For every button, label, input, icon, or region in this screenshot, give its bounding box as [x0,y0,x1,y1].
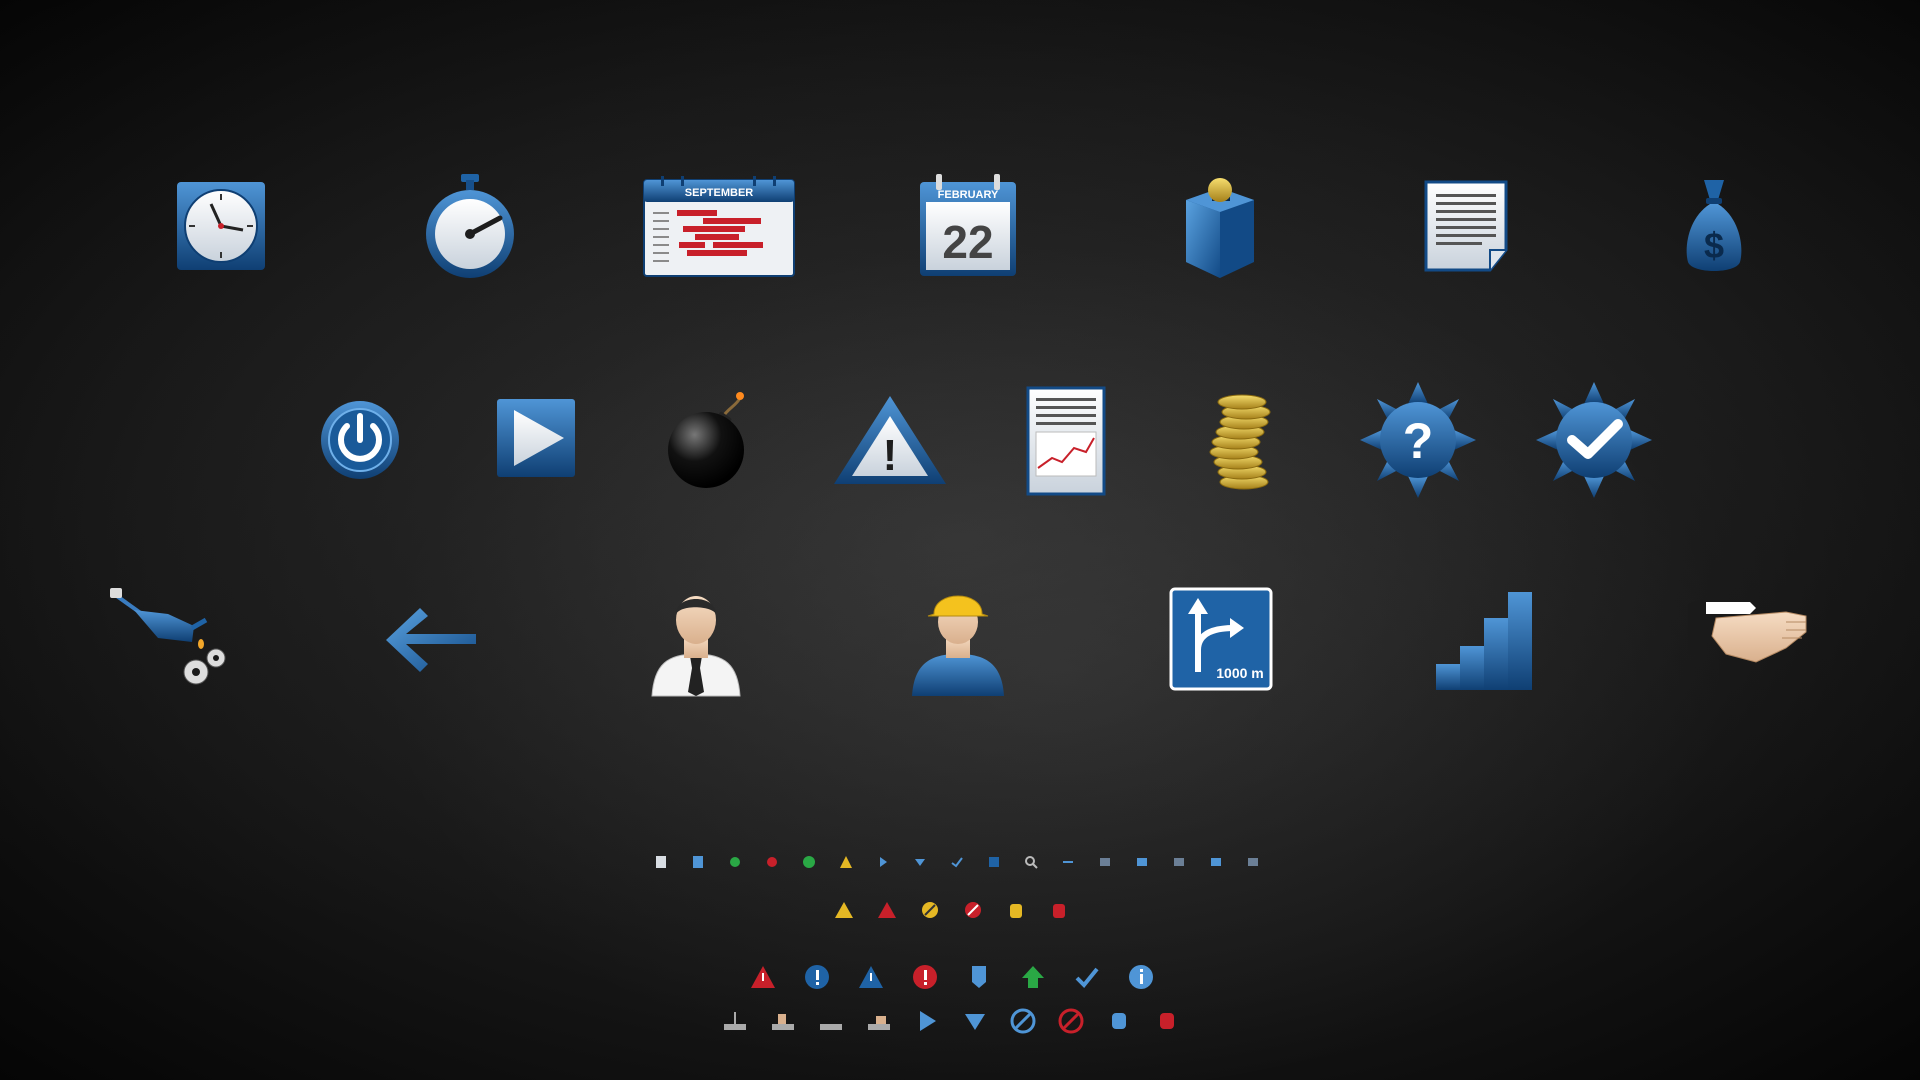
prohibit-yellow-icon[interactable] [920,900,940,920]
businessman-icon[interactable] [648,584,744,697]
arrow-right-icon[interactable] [876,855,890,869]
warning-yellow-icon[interactable] [834,900,854,920]
up-arrow-green-icon[interactable] [1020,964,1046,990]
calendar-month-label: SEPTEMBER [685,187,754,199]
tool-flat-icon[interactable] [818,1008,844,1034]
coin-stack-icon[interactable] [1204,392,1276,492]
prohibit-red-icon[interactable] [963,900,983,920]
power-icon[interactable] [320,400,400,480]
document-icon[interactable] [1424,180,1508,272]
oil-can-gears-icon[interactable] [108,586,230,696]
document-icon[interactable] [691,855,705,869]
road-sign-icon[interactable]: 1000 m [1169,587,1273,691]
list-icon[interactable] [1098,855,1112,869]
signal-bars-icon[interactable] [1434,590,1536,692]
down-blue-icon[interactable] [962,1008,988,1034]
exclamation-symbol: ! [883,431,898,480]
tool-grey-icon[interactable] [722,1008,748,1034]
info-circle-blue-icon[interactable] [1128,964,1154,990]
list-icon[interactable] [1246,855,1260,869]
prohibit-blue-icon[interactable] [1010,1008,1036,1034]
info-icon[interactable] [987,855,1001,869]
bomb-icon[interactable] [666,388,756,490]
hand-red-icon[interactable] [1154,1008,1180,1034]
alert-red-icon[interactable] [912,964,938,990]
report-chart-icon[interactable] [1026,386,1106,496]
stopwatch-icon[interactable] [420,172,520,280]
help-gear-icon[interactable]: ? [1360,382,1476,498]
money-bag-icon[interactable]: $ [1682,178,1746,278]
tool-hand-icon[interactable] [866,1008,892,1034]
handshake-icon[interactable] [1686,592,1810,676]
document-icon[interactable] [654,855,668,869]
play-icon[interactable] [496,398,576,478]
tool-hand-icon[interactable] [770,1008,796,1034]
worker-icon[interactable] [908,584,1008,696]
list-icon[interactable] [1209,855,1223,869]
check-gear-icon[interactable] [1536,382,1652,498]
shield-blue-icon[interactable] [966,964,992,990]
calendar-month-label: FEBRUARY [938,189,999,201]
warning-red-icon[interactable] [750,964,776,990]
dollar-symbol: $ [1704,225,1724,266]
arrow-right-icon[interactable] [1061,855,1075,869]
list-icon[interactable] [1172,855,1186,869]
calendar-day-number: 22 [942,216,993,268]
hand-blue-icon[interactable] [1106,1008,1132,1034]
status-dot-icon[interactable] [765,855,779,869]
status-dot-icon[interactable] [802,855,816,869]
coin-box-icon[interactable] [1180,170,1260,282]
hand-yellow-icon[interactable] [1006,900,1026,920]
warning-icon[interactable]: ! [832,394,948,486]
clock-icon[interactable] [175,180,267,272]
road-sign-distance: 1000 m [1216,665,1263,681]
gantt-calendar-icon[interactable]: SEPTEMBER [643,176,795,278]
hand-red-icon[interactable] [1049,900,1069,920]
arrow-down-icon[interactable] [913,855,927,869]
play-blue-icon[interactable] [914,1008,940,1034]
back-arrow-icon[interactable] [382,604,480,676]
check-blue-icon[interactable] [1074,964,1100,990]
warning-blue-icon[interactable] [858,964,884,990]
status-dot-icon[interactable] [728,855,742,869]
search-icon[interactable] [1024,855,1038,869]
check-icon[interactable] [950,855,964,869]
warning-red-icon[interactable] [877,900,897,920]
info-blue-icon[interactable] [804,964,830,990]
prohibit-red-icon[interactable] [1058,1008,1084,1034]
question-symbol: ? [1403,413,1434,469]
list-icon[interactable] [1135,855,1149,869]
calendar-day-icon[interactable]: FEBRUARY 22 [918,174,1018,278]
warning-icon[interactable] [839,855,853,869]
